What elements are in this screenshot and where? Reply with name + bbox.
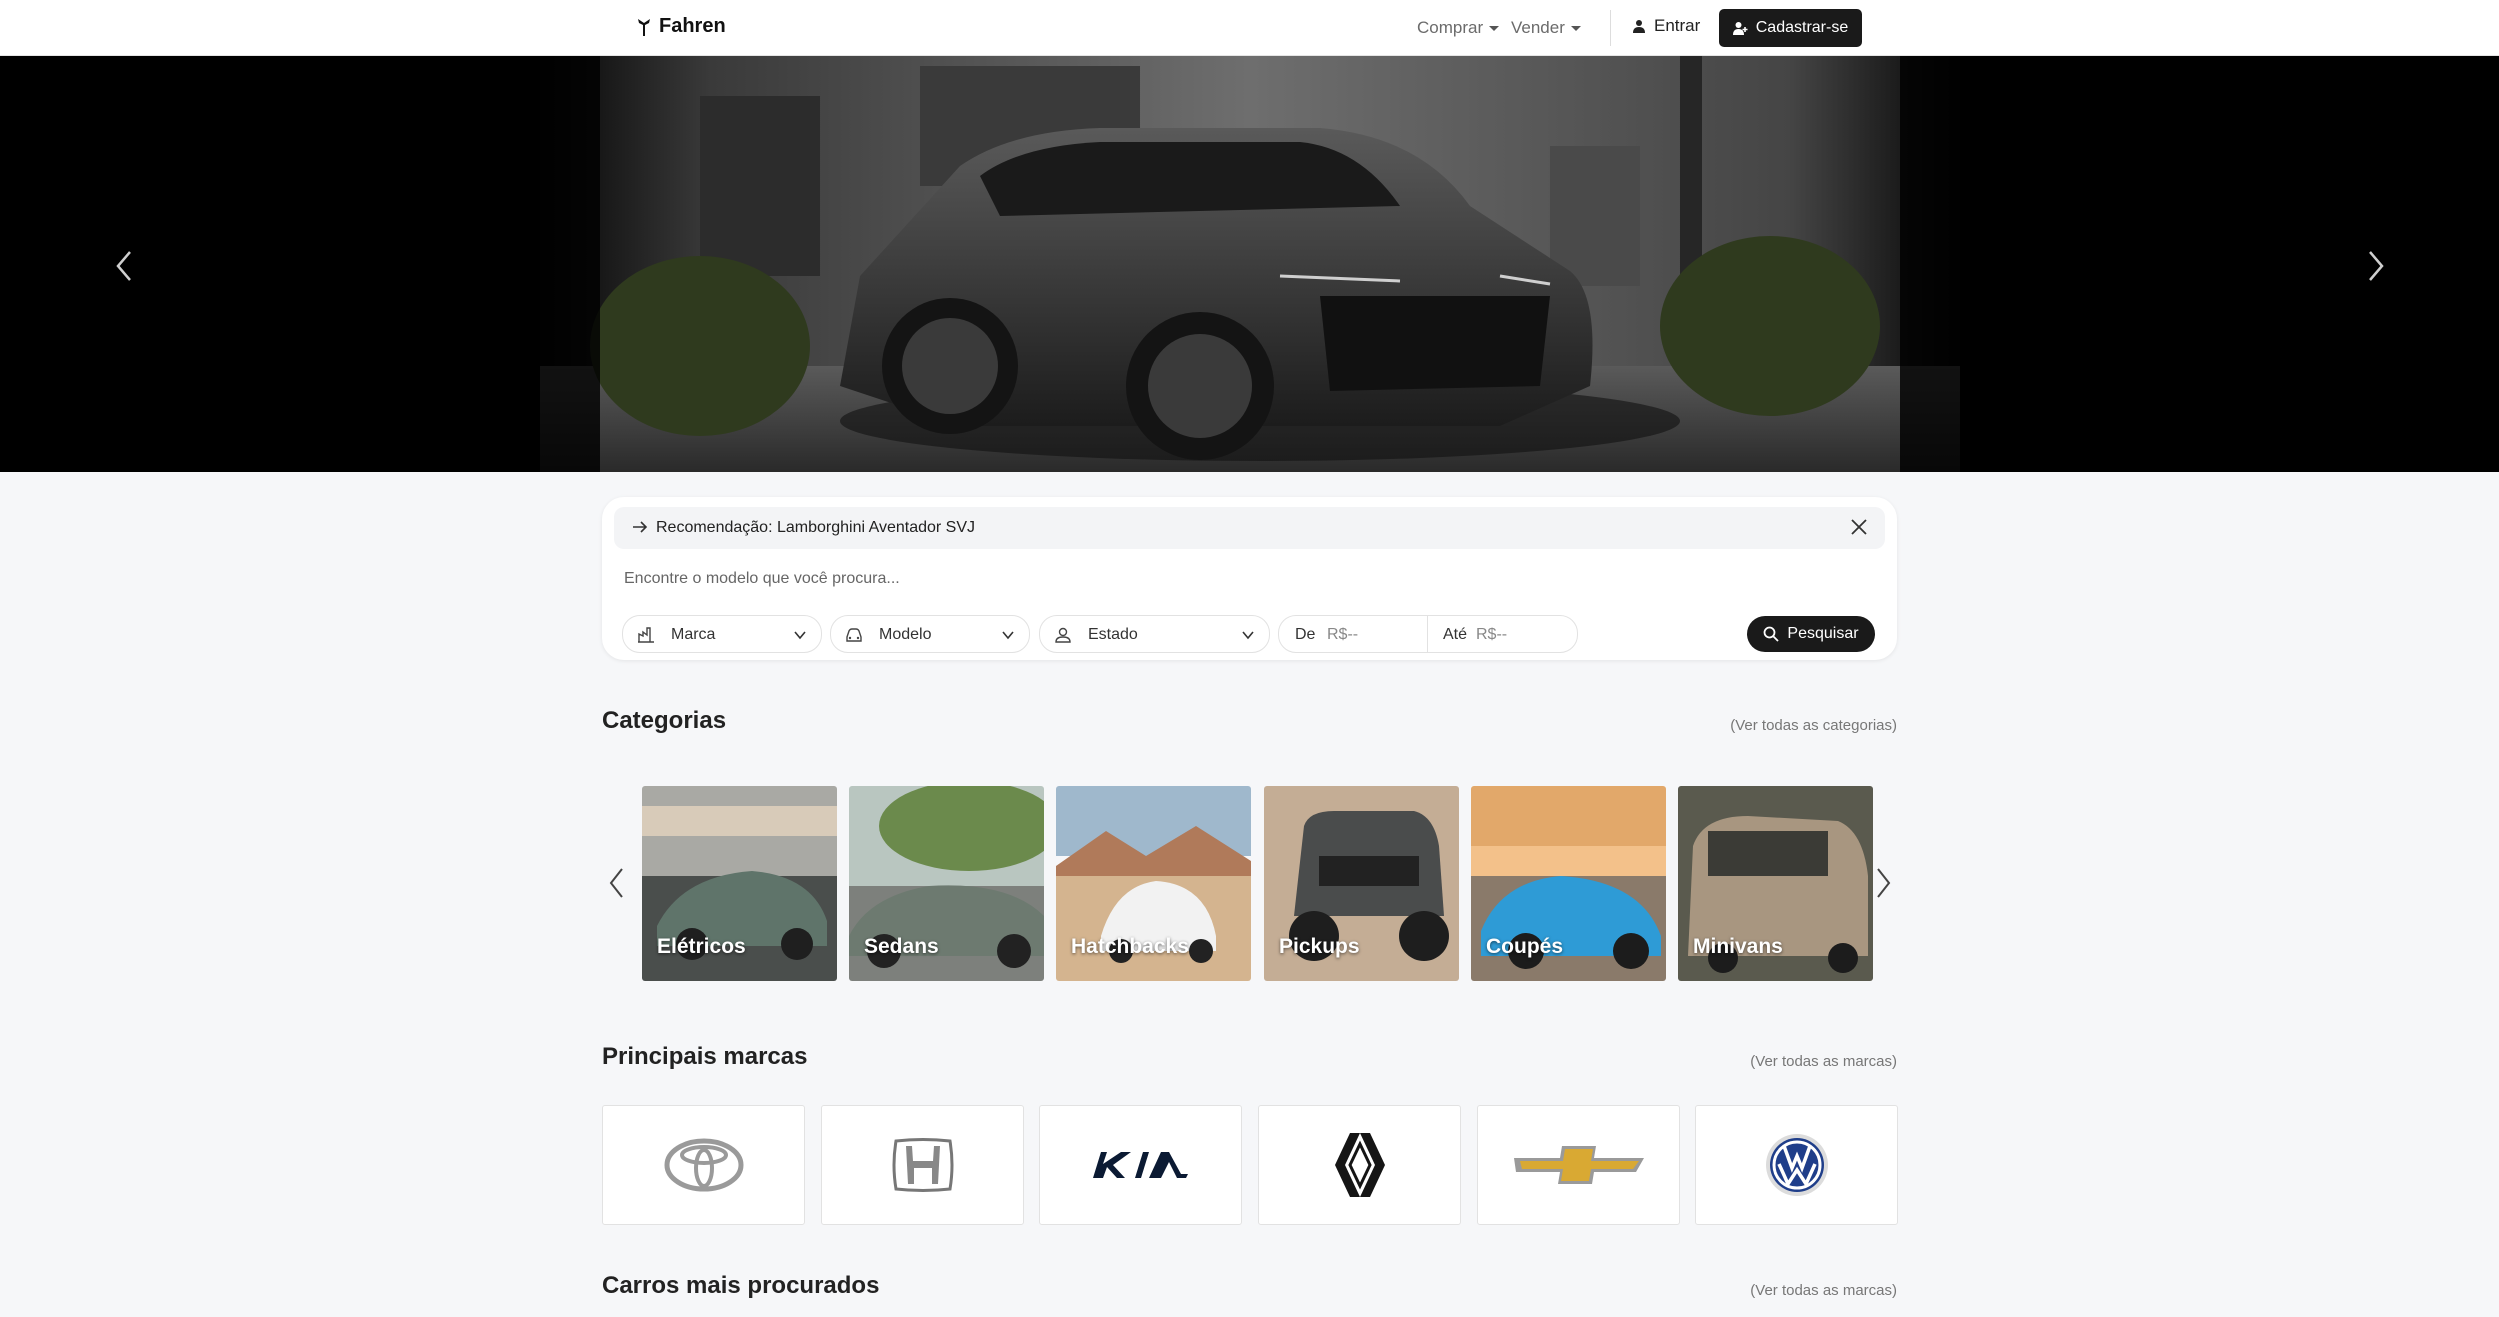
chevron-down-icon: [1242, 631, 1254, 640]
category-card-hatchbacks[interactable]: Hatchbacks: [1056, 786, 1251, 981]
brand-select-label: Marca: [671, 626, 716, 643]
brand-card-volkswagen[interactable]: [1695, 1105, 1898, 1225]
toyota-logo-icon: [664, 1138, 743, 1192]
arrow-right-icon: [633, 521, 648, 533]
caret-down-icon: [1570, 25, 1581, 31]
signup-label: Cadastrar-se: [1755, 19, 1849, 36]
chevrolet-logo-icon: [1513, 1146, 1644, 1184]
search-icon: [1764, 626, 1780, 642]
search-button[interactable]: Pesquisar: [1747, 616, 1875, 652]
popular-see-all-link[interactable]: (Ver todas as marcas): [1750, 1282, 1897, 1299]
price-from-input[interactable]: R$--: [1327, 626, 1358, 644]
category-card-electric[interactable]: Elétricos: [642, 786, 837, 981]
renault-logo-icon: [1334, 1133, 1385, 1197]
chevron-down-icon: [1002, 631, 1014, 640]
category-card-pickups[interactable]: Pickups: [1264, 786, 1459, 981]
price-divider: [1427, 616, 1428, 652]
wrench-logo-icon: [638, 18, 650, 36]
hero-carousel: [0, 56, 2499, 472]
car-icon: [846, 628, 862, 642]
hero-car-image: [540, 56, 1960, 472]
category-label: Elétricos: [657, 935, 746, 958]
popular-cars-title: Carros mais procurados: [602, 1272, 880, 1299]
search-input[interactable]: [624, 561, 1824, 597]
brand-card-chevrolet[interactable]: [1477, 1105, 1680, 1225]
brand-select[interactable]: Marca: [622, 615, 822, 653]
nav-buy-dropdown[interactable]: Comprar: [1417, 18, 1500, 38]
category-label: Sedans: [864, 935, 939, 958]
user-icon: [1633, 20, 1645, 33]
nav-sell-dropdown[interactable]: Vender: [1511, 18, 1581, 38]
brand-card-renault[interactable]: [1258, 1105, 1461, 1225]
categories-see-all-link[interactable]: (Ver todas as categorias): [1730, 717, 1897, 734]
honda-logo-icon: [892, 1138, 953, 1192]
top-navbar: Fahren Comprar Vender Entrar Cadastrar-s…: [0, 0, 2499, 56]
recommendation-bar[interactable]: Recomendação: Lamborghini Aventador SVJ: [614, 507, 1885, 549]
login-button[interactable]: Entrar: [1632, 16, 1700, 36]
factory-icon: [638, 627, 654, 643]
close-icon[interactable]: [1849, 517, 1869, 537]
price-to-input[interactable]: R$--: [1476, 626, 1507, 644]
signup-button[interactable]: Cadastrar-se: [1719, 9, 1862, 47]
chevron-left-icon[interactable]: [110, 246, 140, 286]
chevron-down-icon: [794, 631, 806, 640]
category-card-minivans[interactable]: Minivans: [1678, 786, 1873, 981]
category-card-sedans[interactable]: Sedans: [849, 786, 1044, 981]
volkswagen-logo-icon: [1765, 1134, 1828, 1196]
user-plus-icon: [1732, 22, 1748, 35]
state-select-label: Estado: [1088, 626, 1138, 643]
category-label: Minivans: [1693, 935, 1783, 958]
nav-divider: [1610, 10, 1611, 46]
model-select-label: Modelo: [879, 626, 932, 643]
search-button-label: Pesquisar: [1787, 625, 1859, 642]
brands-see-all-link[interactable]: (Ver todas as marcas): [1750, 1053, 1897, 1070]
price-from-label: De: [1295, 626, 1316, 643]
brand-card-toyota[interactable]: [602, 1105, 805, 1225]
recommendation-text: Recomendação: Lamborghini Aventador SVJ: [656, 519, 976, 536]
search-card: Recomendação: Lamborghini Aventador SVJ …: [602, 497, 1897, 660]
chevron-left-icon[interactable]: [607, 866, 627, 900]
chevron-right-icon[interactable]: [1873, 866, 1893, 900]
nav-buy-label: Comprar: [1417, 18, 1484, 37]
brand-card-kia[interactable]: [1039, 1105, 1242, 1225]
category-label: Pickups: [1279, 935, 1360, 958]
brand-logo[interactable]: Fahren: [637, 15, 726, 38]
price-to-label: Até: [1443, 626, 1468, 643]
chevron-right-icon[interactable]: [2360, 246, 2390, 286]
category-card-coupes[interactable]: Coupés: [1471, 786, 1666, 981]
price-range: De R$-- Até R$--: [1278, 615, 1578, 653]
model-select[interactable]: Modelo: [830, 615, 1030, 653]
nav-sell-label: Vender: [1511, 18, 1565, 37]
login-label: Entrar: [1654, 16, 1701, 35]
state-select[interactable]: Estado: [1039, 615, 1270, 653]
category-label: Hatchbacks: [1071, 935, 1189, 958]
brand-name: Fahren: [659, 15, 726, 37]
brand-card-honda[interactable]: [821, 1105, 1024, 1225]
person-pin-icon: [1055, 627, 1071, 643]
kia-logo-icon: [1092, 1152, 1188, 1178]
category-label: Coupés: [1486, 935, 1564, 958]
categories-title: Categorias: [602, 707, 727, 734]
caret-down-icon: [1489, 25, 1500, 31]
brands-title: Principais marcas: [602, 1043, 808, 1070]
